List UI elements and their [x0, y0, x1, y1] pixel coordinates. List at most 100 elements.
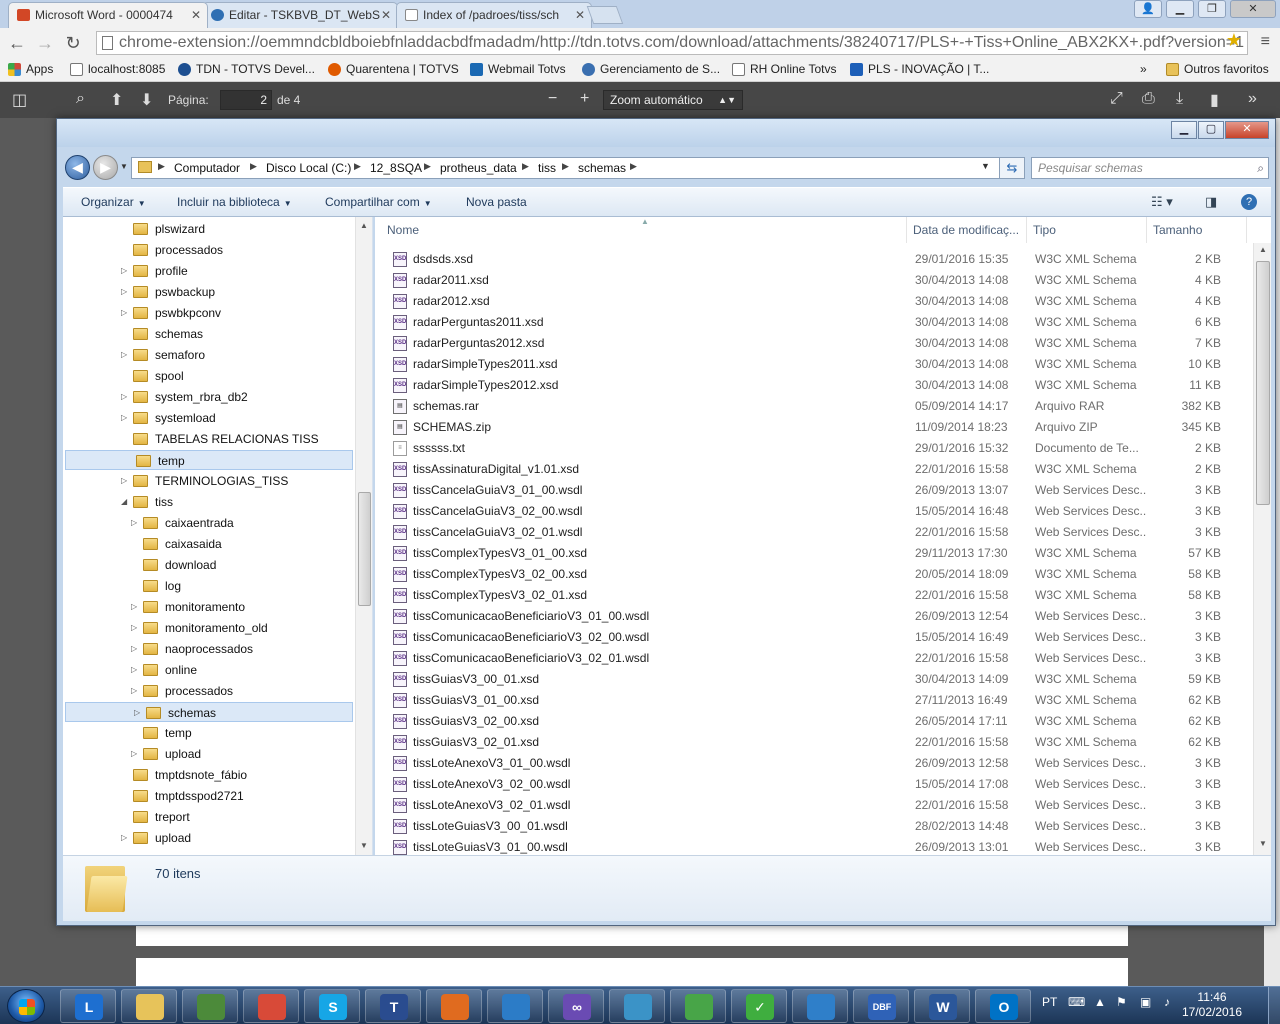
tree-item-treport[interactable]: treport — [63, 807, 353, 827]
scrollbar-thumb[interactable] — [1256, 261, 1270, 505]
back-button[interactable]: ◀ — [65, 155, 90, 180]
print-icon[interactable]: ⎙ — [1142, 90, 1155, 108]
table-row[interactable]: XSD tissGuiasV3_00_01.xsd 30/04/2013 14:09… — [375, 669, 1255, 690]
close-icon[interactable]: ✕ — [191, 3, 201, 27]
tree-item-caixaentrada[interactable]: ▷ caixaentrada — [63, 513, 353, 533]
chevron-right-icon[interactable]: ▶ — [250, 161, 257, 172]
tree-item-online[interactable]: ▷ online — [63, 660, 353, 680]
chevron-right-icon[interactable]: ▷ — [134, 703, 140, 723]
table-row[interactable]: XSD radarPerguntas2011.xsd 30/04/2013 14:0… — [375, 312, 1255, 333]
chevron-right-icon[interactable]: ▶ — [522, 161, 529, 172]
clock[interactable]: 11:46 17/02/2016 — [1164, 990, 1260, 1020]
tree-item-upload[interactable]: ▷ upload — [63, 828, 353, 848]
bookmark-quarentena[interactable]: Quarentena | TOTVS — [328, 62, 459, 76]
refresh-icon[interactable]: ⇆ — [999, 157, 1025, 179]
tree-item-download[interactable]: download — [63, 555, 353, 575]
tree-item-tiss[interactable]: ◢ tiss — [63, 492, 353, 512]
table-row[interactable]: XSD tissComunicacaoBeneficiarioV3_01_00.w… — [375, 606, 1255, 627]
zoom-out-icon[interactable]: − — [548, 90, 557, 108]
tab-word-document[interactable]: Microsoft Word - 0000474 ✕ — [8, 2, 208, 28]
tree-item-tabelas-relacionas-tiss[interactable]: TABELAS RELACIONAS TISS — [63, 429, 353, 449]
chevron-right-icon[interactable]: ▶ — [630, 161, 637, 172]
close-button[interactable]: ✕ — [1225, 121, 1269, 139]
preview-pane-icon[interactable]: ◨ — [1205, 194, 1217, 210]
chevron-right-icon[interactable]: ▷ — [131, 744, 137, 764]
chevron-right-icon[interactable]: ▶ — [158, 161, 165, 172]
explorer-title-bar[interactable]: ▁ ▢ ✕ — [57, 119, 1275, 147]
table-row[interactable]: XSD tissLoteAnexoV3_01_00.wsdl 26/09/2013 … — [375, 753, 1255, 774]
chevron-right-icon[interactable]: ▷ — [131, 639, 137, 659]
table-row[interactable]: XSD tissComunicacaoBeneficiarioV3_02_01.w… — [375, 648, 1255, 669]
column-header-modified[interactable]: Data de modificaç... — [907, 217, 1027, 243]
table-row[interactable]: XSD radar2012.xsd 30/04/2013 14:08 W3C XML … — [375, 291, 1255, 312]
next-page-icon[interactable]: ⬇ — [140, 90, 153, 110]
bookmark-webmail[interactable]: Webmail Totvs — [470, 62, 566, 76]
previous-page-icon[interactable]: ⬆ — [110, 90, 123, 110]
more-tools-icon[interactable]: » — [1248, 90, 1257, 108]
table-row[interactable]: XSD radarPerguntas2012.xsd 30/04/2013 14:0… — [375, 333, 1255, 354]
media-app-button[interactable] — [426, 989, 482, 1023]
close-icon[interactable]: ✕ — [575, 3, 585, 27]
view-options-icon[interactable]: ☷ ▾ — [1151, 194, 1173, 210]
network-icon[interactable]: ▣ — [1140, 995, 1151, 1009]
chevron-right-icon[interactable]: ▷ — [121, 387, 127, 407]
back-icon[interactable]: ← — [6, 33, 28, 54]
chevron-right-icon[interactable]: ▷ — [121, 408, 127, 428]
reload-icon[interactable]: ↻ — [62, 33, 84, 54]
fullscreen-icon[interactable]: ⤢ — [1110, 90, 1123, 108]
zoom-in-icon[interactable]: + — [580, 90, 589, 108]
tree-item-naoprocessados[interactable]: ▷ naoprocessados — [63, 639, 353, 659]
ide-app-button[interactable] — [487, 989, 543, 1023]
breadcrumb-schemas[interactable]: schemas — [578, 161, 626, 175]
chevron-right-icon[interactable]: ▷ — [131, 597, 137, 617]
share-button[interactable]: Compartilhar com ▼ — [325, 195, 432, 209]
zoom-select[interactable]: Zoom automático ▲▼ — [603, 90, 743, 110]
chevron-right-icon[interactable]: ▷ — [131, 513, 137, 533]
word-app-button[interactable]: W — [914, 989, 970, 1023]
column-header-size[interactable]: Tamanho — [1147, 217, 1247, 243]
file-list-scrollbar[interactable]: ▲ ▼ — [1253, 243, 1271, 855]
chevron-right-icon[interactable]: ▷ — [131, 681, 137, 701]
organize-button[interactable]: Organizar ▼ — [81, 195, 146, 209]
sync-app-button[interactable] — [670, 989, 726, 1023]
scroll-down-icon[interactable]: ▼ — [1259, 839, 1267, 848]
sidebar-toggle-icon[interactable]: ◫ — [12, 90, 27, 110]
table-row[interactable]: XSD tissGuiasV3_02_00.xsd 26/05/2014 17:11… — [375, 711, 1255, 732]
page-number-input[interactable]: 2 — [220, 90, 272, 110]
chevron-right-icon[interactable]: ▷ — [121, 303, 127, 323]
table-row[interactable]: XSD tissCancelaGuiaV3_02_01.wsdl 22/01/201… — [375, 522, 1255, 543]
chevron-right-icon[interactable]: ▷ — [121, 282, 127, 302]
maximize-button[interactable]: ▢ — [1198, 121, 1224, 139]
outlook-app-button[interactable]: O — [975, 989, 1031, 1023]
language-indicator[interactable]: PT — [1042, 995, 1057, 1009]
navigation-scrollbar[interactable]: ▲ ▼ — [355, 217, 372, 855]
chevron-down-icon[interactable]: ◢ — [121, 492, 127, 512]
table-row[interactable]: XSD radar2011.xsd 30/04/2013 14:08 W3C XML … — [375, 270, 1255, 291]
forward-icon[interactable]: → — [34, 33, 56, 54]
bookmark-localhost[interactable]: localhost:8085 — [70, 62, 165, 76]
user-icon[interactable]: 👤 — [1134, 0, 1162, 18]
start-button[interactable] — [7, 989, 45, 1023]
tab-editar[interactable]: Editar - TSKBVB_DT_WebS ✕ — [202, 2, 398, 28]
table-row[interactable]: ▤ schemas.rar 05/09/2014 14:17 Arquivo RAR 3… — [375, 396, 1255, 417]
table-row[interactable]: XSD tissGuiasV3_01_00.xsd 27/11/2013 16:49… — [375, 690, 1255, 711]
action-center-icon[interactable]: ⚑ — [1116, 995, 1127, 1009]
include-library-button[interactable]: Incluir na biblioteca ▼ — [177, 195, 292, 209]
tree-item-system-rbra-db2[interactable]: ▷ system_rbra_db2 — [63, 387, 353, 407]
totvs-app-button[interactable]: T — [365, 989, 421, 1023]
chevron-right-icon[interactable]: ▶ — [354, 161, 361, 172]
chrome-app-button[interactable] — [243, 989, 299, 1023]
tree-item-terminologias-tiss[interactable]: ▷ TERMINOLOGIAS_TISS — [63, 471, 353, 491]
tree-item-monitoramento-old[interactable]: ▷ monitoramento_old — [63, 618, 353, 638]
table-row[interactable]: XSD radarSimpleTypes2012.xsd 30/04/2013 14… — [375, 375, 1255, 396]
chevron-right-icon[interactable]: ▷ — [121, 471, 127, 491]
table-row[interactable]: XSD tissGuiasV3_02_01.xsd 22/01/2016 15:58… — [375, 732, 1255, 753]
tree-item-profile[interactable]: ▷ profile — [63, 261, 353, 281]
chevron-right-icon[interactable]: ▷ — [121, 261, 127, 281]
table-row[interactable]: ▤ SCHEMAS.zip 11/09/2014 18:23 Arquivo ZIP 3… — [375, 417, 1255, 438]
keyboard-icon[interactable]: ⌨ — [1068, 995, 1085, 1009]
dev-app-button[interactable] — [792, 989, 848, 1023]
table-row[interactable]: XSD tissLoteAnexoV3_02_00.wsdl 15/05/2014 … — [375, 774, 1255, 795]
close-button[interactable]: ✕ — [1230, 0, 1276, 18]
chevron-right-icon[interactable]: ▷ — [131, 660, 137, 680]
